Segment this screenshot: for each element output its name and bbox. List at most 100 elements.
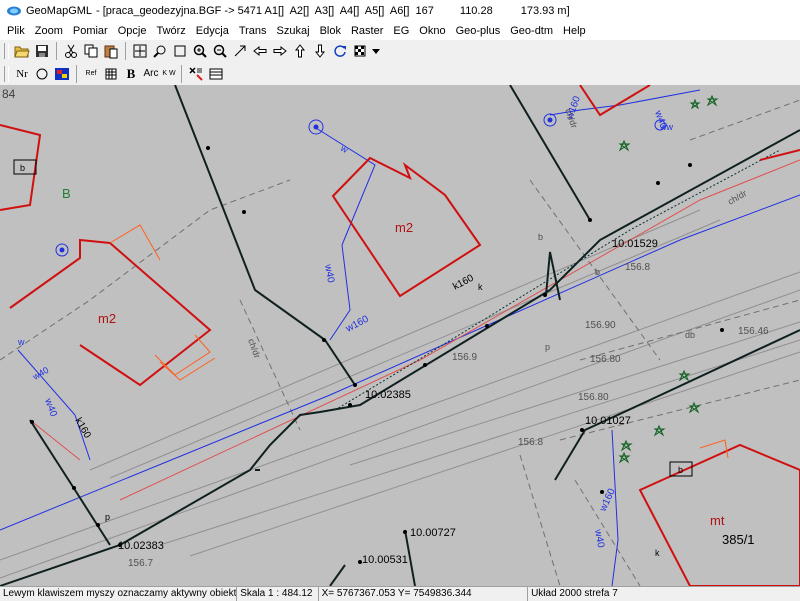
status-coordinate-system: Układ 2000 strefa 7 — [531, 588, 618, 599]
hydrants — [55, 113, 666, 257]
floppy-icon — [36, 45, 48, 57]
arrow-up-right-icon — [234, 45, 246, 57]
map-canvas[interactable]: 84 B m2 m2 mt 385/1 10.01529 10.02385 10… — [0, 85, 800, 586]
toolbar-grip[interactable] — [4, 43, 9, 59]
kw-button[interactable]: K W — [162, 65, 176, 83]
title-file: - [praca_geodezyjna.BGF -> 5471 A1[] A2[… — [96, 5, 434, 17]
menu-edycja[interactable]: Edycja — [191, 22, 234, 40]
status-coordinates: X= 5767367.053 Y= 7549836.344 — [319, 587, 529, 601]
label-w40-b: w40 — [42, 396, 59, 418]
arc-button[interactable]: Arc — [142, 65, 160, 83]
label-k-small-2: k — [655, 548, 660, 558]
menu-help[interactable]: Help — [558, 22, 591, 40]
layers-button[interactable] — [207, 65, 225, 83]
label-b-small-3: b — [595, 267, 600, 277]
label-b-vertical: b — [538, 232, 543, 242]
menu-bar: Plik Zoom Pomiar Opcje Twórz Edycja Tran… — [0, 22, 800, 40]
label-w40-c: w40 — [592, 528, 606, 549]
fill-pattern-button[interactable] — [351, 42, 369, 60]
pan-left-button[interactable] — [251, 42, 269, 60]
cut-button[interactable] — [62, 42, 80, 60]
toolbar-separator — [56, 42, 57, 60]
ref-button[interactable]: Ref — [82, 65, 100, 83]
label-w-top: w — [338, 143, 350, 156]
menu-raster[interactable]: Raster — [346, 22, 388, 40]
label-point-4: 10.02383 — [118, 540, 164, 552]
label-height-1569: 156.9 — [452, 352, 477, 363]
label-w40-a: w40 — [322, 263, 336, 284]
rectangle-button[interactable] — [171, 42, 189, 60]
menu-geo-plus[interactable]: Geo-plus — [451, 22, 506, 40]
status-scale: Skala 1 : 484.12 — [237, 587, 319, 601]
zoom-in-icon — [193, 44, 207, 58]
label-height-1567: 156.7 — [128, 558, 153, 569]
menu-zoom[interactable]: Zoom — [30, 22, 68, 40]
arrow-down-icon — [314, 44, 326, 58]
checker-icon — [354, 45, 366, 57]
label-point-2: 10.02385 — [365, 389, 411, 401]
menu-plik[interactable]: Plik — [2, 22, 30, 40]
refresh-icon — [334, 45, 346, 57]
points-tool-button[interactable] — [187, 65, 205, 83]
pan-right-button[interactable] — [271, 42, 289, 60]
refresh-button[interactable] — [331, 42, 349, 60]
map-drawing[interactable]: 84 B m2 m2 mt 385/1 10.01529 10.02385 10… — [0, 85, 800, 586]
label-p-small-2: p — [545, 342, 550, 352]
status-bar: Lewym klawiszem myszy oznaczamy aktywny … — [0, 586, 800, 601]
toolbar-grip[interactable] — [4, 65, 9, 82]
hatch-icon — [105, 68, 117, 79]
label-point-1: 10.01529 — [612, 238, 658, 250]
label-point-3: 10.01027 — [585, 415, 631, 427]
arrow-right-icon — [273, 45, 287, 57]
zoom-all-button[interactable] — [131, 42, 149, 60]
label-point-5: 10.00727 — [410, 527, 456, 539]
label-b-small-2: b — [678, 465, 683, 475]
label-building-mt: mt — [710, 513, 725, 528]
drawing-toolbar: Nr Ref B Arc K W — [0, 62, 800, 86]
label-w160-b: w160 — [597, 487, 618, 515]
circle-button[interactable] — [33, 65, 51, 83]
menu-eg[interactable]: EG — [388, 22, 414, 40]
rectangle-icon — [174, 45, 186, 57]
save-button[interactable] — [33, 42, 51, 60]
dropdown-button[interactable] — [371, 42, 381, 60]
zoom-in-button[interactable] — [191, 42, 209, 60]
label-building-m2-left: m2 — [98, 311, 116, 326]
app-name: GeoMapGML — [26, 5, 93, 17]
copy-button[interactable] — [82, 42, 100, 60]
pan-down-button[interactable] — [311, 42, 329, 60]
menu-szukaj[interactable]: Szukaj — [272, 22, 315, 40]
number-button[interactable]: Nr — [13, 65, 31, 83]
map-labels: 84 B m2 m2 mt 385/1 10.01529 10.02385 10… — [2, 87, 769, 569]
menu-opcje[interactable]: Opcje — [113, 22, 152, 40]
bold-button[interactable]: B — [122, 65, 140, 83]
label-b-small: b — [20, 163, 25, 173]
copy-icon — [84, 44, 98, 58]
menu-tworz[interactable]: Twórz — [151, 22, 190, 40]
label-height-15680b: 156.80 — [578, 392, 609, 403]
menu-pomiar[interactable]: Pomiar — [68, 22, 113, 40]
menu-trans[interactable]: Trans — [234, 22, 272, 40]
pan-up-button[interactable] — [291, 42, 309, 60]
buildings — [0, 85, 800, 586]
arrow-left-icon — [253, 45, 267, 57]
arrow-ne-button[interactable] — [231, 42, 249, 60]
chevron-down-icon — [372, 49, 380, 54]
label-height-15690: 156.90 — [585, 320, 616, 331]
zoom-window-button[interactable] — [151, 42, 169, 60]
label-k160: k160 — [451, 273, 476, 293]
hatch-button[interactable] — [102, 65, 120, 83]
menu-okno[interactable]: Okno — [414, 22, 450, 40]
color-button[interactable] — [53, 65, 71, 83]
open-folder-button[interactable] — [13, 42, 31, 60]
scissors-icon — [65, 44, 77, 58]
label-point-6: 10.00531 — [362, 554, 408, 566]
label-w160-a: w160 — [343, 314, 371, 336]
label-b: B — [62, 186, 71, 201]
label-chdr-b: ch/dr — [726, 188, 748, 207]
title-bar: GeoMapGML - [praca_geodezyjna.BGF -> 547… — [0, 0, 800, 22]
zoom-out-button[interactable] — [211, 42, 229, 60]
paste-button[interactable] — [102, 42, 120, 60]
menu-blok[interactable]: Blok — [315, 22, 346, 40]
menu-geo-dtm[interactable]: Geo-dtm — [505, 22, 558, 40]
